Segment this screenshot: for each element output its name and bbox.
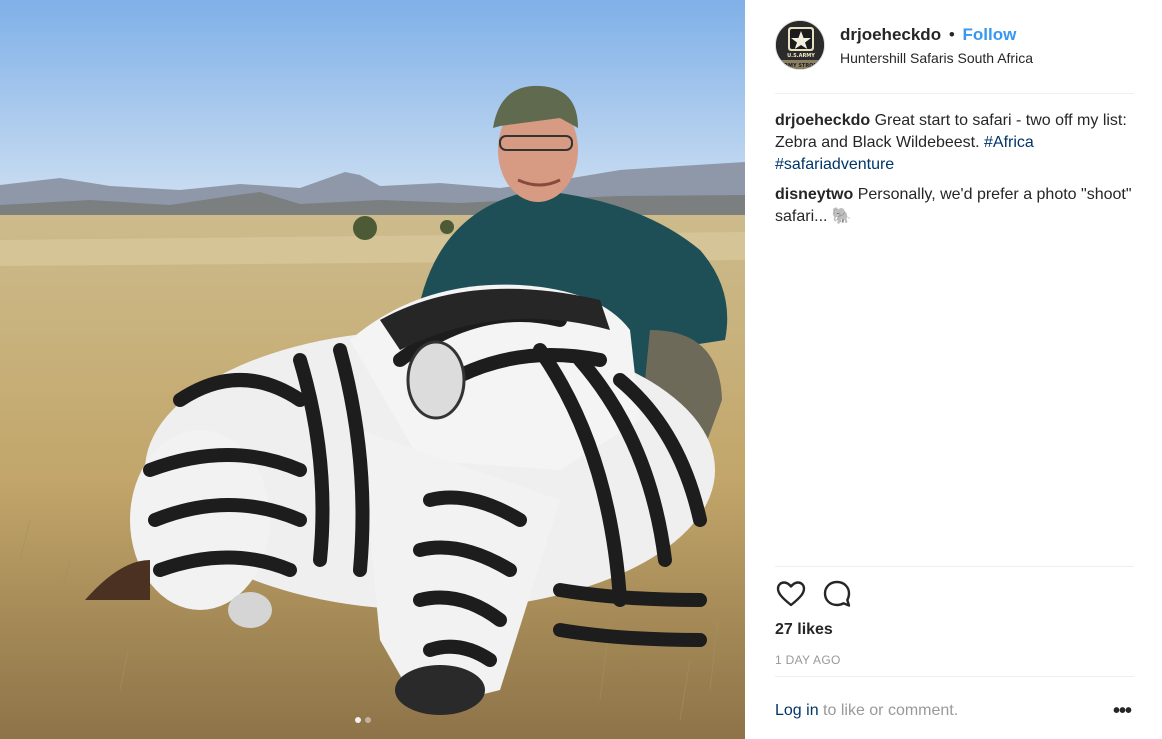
login-prompt-text: to like or comment.: [818, 702, 959, 719]
post-photo[interactable]: [0, 0, 745, 739]
divider: [775, 676, 1134, 677]
elephant-emoji-icon: 🐘: [831, 208, 852, 225]
comment-username[interactable]: disneytwo: [775, 186, 853, 203]
avatar[interactable]: U.S.ARMY ARMY STRONG: [775, 20, 825, 70]
carousel-dot: [365, 717, 371, 723]
carousel-dot-active: [355, 717, 361, 723]
list-item: disneytwo Personally, we'd prefer a phot…: [775, 184, 1135, 228]
hashtag-link[interactable]: #Africa: [984, 134, 1034, 151]
caption-comment: drjoeheckdo Great start to safari - two …: [775, 110, 1135, 176]
post-timestamp: 1 DAY AGO: [775, 653, 841, 667]
hashtag-link[interactable]: #safariadventure: [775, 156, 894, 173]
login-prompt: Log in to like or comment.: [775, 702, 958, 720]
comments-list: drjoeheckdo Great start to safari - two …: [775, 110, 1135, 236]
likes-count[interactable]: 27 likes: [775, 621, 833, 639]
caption-username[interactable]: drjoeheckdo: [775, 112, 870, 129]
action-bar: [775, 578, 853, 610]
more-options-button[interactable]: •••: [1113, 700, 1132, 723]
carousel-indicator: [355, 717, 371, 723]
heart-icon[interactable]: [775, 578, 807, 610]
avatar-text-line2: ARMY STRONG: [780, 63, 821, 69]
post-username[interactable]: drjoeheckdo: [840, 25, 941, 44]
post-side-panel: U.S.ARMY ARMY STRONG drjoeheckdo • Follo…: [745, 0, 1162, 739]
post-header: U.S.ARMY ARMY STRONG drjoeheckdo • Follo…: [775, 20, 1134, 94]
comment-bubble-icon[interactable]: [821, 578, 853, 610]
divider: [775, 566, 1134, 567]
us-army-star-logo-icon: U.S.ARMY ARMY STRONG: [776, 21, 824, 69]
login-link[interactable]: Log in: [775, 702, 819, 719]
header-separator: •: [948, 25, 955, 44]
post-location[interactable]: Huntershill Safaris South Africa: [840, 50, 1033, 66]
safari-photo-illustration: [0, 0, 745, 739]
avatar-text-line1: U.S.ARMY: [787, 53, 815, 59]
follow-button[interactable]: Follow: [963, 25, 1017, 44]
